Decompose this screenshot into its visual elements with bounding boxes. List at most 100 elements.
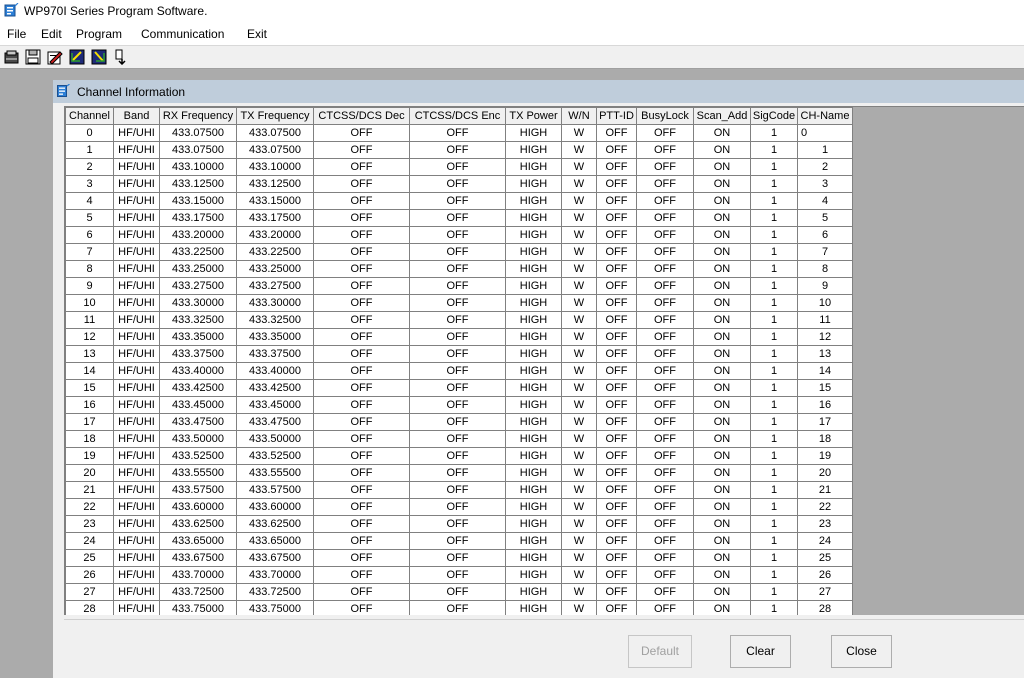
table-cell[interactable]: OFF (596, 413, 637, 431)
table-cell[interactable]: ON (693, 124, 751, 142)
table-cell[interactable]: 18 (65, 430, 114, 448)
table-cell[interactable]: HF/UHI (113, 209, 160, 227)
table-row[interactable]: 17 HF/UHI 433.47500 433.47500 OFF OFF HIGH W OFF… (65, 413, 853, 431)
table-cell[interactable]: OFF (596, 175, 637, 193)
table-cell[interactable]: HIGH (505, 447, 562, 465)
column-header[interactable]: TX Power (505, 107, 562, 125)
table-cell[interactable]: OFF (636, 396, 694, 414)
table-cell[interactable]: W (561, 243, 597, 261)
table-cell[interactable]: OFF (313, 226, 410, 244)
table-cell[interactable]: 23 (65, 515, 114, 533)
table-cell[interactable]: 433.45000 (159, 396, 237, 414)
exit-icon[interactable] (113, 49, 129, 65)
table-cell[interactable]: OFF (596, 260, 637, 278)
table-cell[interactable]: HIGH (505, 362, 562, 380)
table-cell[interactable]: 433.22500 (159, 243, 237, 261)
table-cell[interactable]: 26 (65, 566, 114, 584)
table-cell[interactable]: OFF (313, 124, 410, 142)
open-icon[interactable] (4, 49, 20, 65)
table-cell[interactable]: 24 (797, 532, 853, 550)
table-row[interactable]: 24 HF/UHI 433.65000 433.65000 OFF OFF HIGH W OFF… (65, 532, 853, 550)
table-cell[interactable]: OFF (313, 447, 410, 465)
table-cell[interactable]: HF/UHI (113, 447, 160, 465)
table-cell[interactable]: HIGH (505, 498, 562, 516)
table-cell[interactable]: HIGH (505, 515, 562, 533)
table-cell[interactable]: 1 (750, 226, 798, 244)
table-cell[interactable]: HF/UHI (113, 311, 160, 329)
table-cell[interactable]: 433.55500 (236, 464, 314, 482)
table-cell[interactable]: ON (693, 566, 751, 584)
table-cell[interactable]: 1 (65, 141, 114, 159)
table-cell[interactable]: 1 (750, 600, 798, 615)
table-cell[interactable]: OFF (596, 600, 637, 615)
table-cell[interactable]: ON (693, 600, 751, 615)
table-cell[interactable]: W (561, 362, 597, 380)
table-cell[interactable]: W (561, 447, 597, 465)
table-cell[interactable]: OFF (596, 328, 637, 346)
table-cell[interactable]: OFF (636, 600, 694, 615)
menu-program[interactable]: Program (76, 27, 122, 41)
table-cell[interactable]: HF/UHI (113, 294, 160, 312)
table-cell[interactable]: 433.57500 (159, 481, 237, 499)
table-cell[interactable]: 1 (750, 447, 798, 465)
table-cell[interactable]: ON (693, 345, 751, 363)
table-row[interactable]: 2 HF/UHI 433.10000 433.10000 OFF OFF HIGH W OFF O… (65, 158, 853, 176)
table-cell[interactable]: 433.15000 (159, 192, 237, 210)
table-cell[interactable]: 433.15000 (236, 192, 314, 210)
table-row[interactable]: 10 HF/UHI 433.30000 433.30000 OFF OFF HIGH W OFF… (65, 294, 853, 312)
table-row[interactable]: 21 HF/UHI 433.57500 433.57500 OFF OFF HIGH W OFF… (65, 481, 853, 499)
table-cell[interactable]: HF/UHI (113, 158, 160, 176)
table-cell[interactable]: 23 (797, 515, 853, 533)
table-cell[interactable]: W (561, 311, 597, 329)
table-cell[interactable]: 433.40000 (159, 362, 237, 380)
table-cell[interactable]: OFF (636, 532, 694, 550)
table-cell[interactable]: 1 (750, 277, 798, 295)
table-row[interactable]: 23 HF/UHI 433.62500 433.62500 OFF OFF HIGH W OFF… (65, 515, 853, 533)
table-cell[interactable]: HIGH (505, 311, 562, 329)
table-cell[interactable]: 1 (750, 362, 798, 380)
menu-file[interactable]: File (7, 27, 26, 41)
table-cell[interactable]: HF/UHI (113, 464, 160, 482)
table-cell[interactable]: HF/UHI (113, 362, 160, 380)
table-cell[interactable]: ON (693, 243, 751, 261)
table-cell[interactable]: OFF (409, 362, 506, 380)
table-cell[interactable]: 433.72500 (236, 583, 314, 601)
table-cell[interactable]: 28 (65, 600, 114, 615)
table-cell[interactable]: ON (693, 413, 751, 431)
table-cell[interactable]: 28 (797, 600, 853, 615)
table-cell[interactable]: HF/UHI (113, 141, 160, 159)
table-cell[interactable]: HF/UHI (113, 192, 160, 210)
table-cell[interactable]: 433.75000 (236, 600, 314, 615)
table-cell[interactable]: OFF (596, 192, 637, 210)
table-cell[interactable]: 13 (797, 345, 853, 363)
table-cell[interactable]: HF/UHI (113, 226, 160, 244)
table-cell[interactable]: OFF (596, 481, 637, 499)
table-cell[interactable]: W (561, 583, 597, 601)
table-cell[interactable]: W (561, 413, 597, 431)
table-cell[interactable]: 433.10000 (159, 158, 237, 176)
table-cell[interactable]: HF/UHI (113, 345, 160, 363)
table-cell[interactable]: OFF (313, 498, 410, 516)
table-cell[interactable]: W (561, 328, 597, 346)
table-cell[interactable]: OFF (313, 549, 410, 567)
table-row[interactable]: 28 HF/UHI 433.75000 433.75000 OFF OFF HIGH W OFF… (65, 600, 853, 615)
table-cell[interactable]: W (561, 141, 597, 159)
table-cell[interactable]: OFF (409, 175, 506, 193)
table-row[interactable]: 11 HF/UHI 433.32500 433.32500 OFF OFF HIGH W OFF… (65, 311, 853, 329)
table-cell[interactable]: 12 (797, 328, 853, 346)
table-cell[interactable]: 433.35000 (236, 328, 314, 346)
table-row[interactable]: 19 HF/UHI 433.52500 433.52500 OFF OFF HIGH W OFF… (65, 447, 853, 465)
table-cell[interactable]: 433.50000 (236, 430, 314, 448)
table-cell[interactable]: 1 (750, 413, 798, 431)
table-cell[interactable]: 4 (65, 192, 114, 210)
table-cell[interactable]: HF/UHI (113, 124, 160, 142)
table-cell[interactable]: OFF (409, 192, 506, 210)
table-cell[interactable]: W (561, 464, 597, 482)
table-cell[interactable]: HIGH (505, 430, 562, 448)
table-cell[interactable]: HIGH (505, 328, 562, 346)
table-cell[interactable]: OFF (636, 192, 694, 210)
table-cell[interactable]: 433.50000 (159, 430, 237, 448)
table-cell[interactable]: W (561, 175, 597, 193)
table-cell[interactable]: 433.52500 (159, 447, 237, 465)
table-cell[interactable]: ON (693, 498, 751, 516)
